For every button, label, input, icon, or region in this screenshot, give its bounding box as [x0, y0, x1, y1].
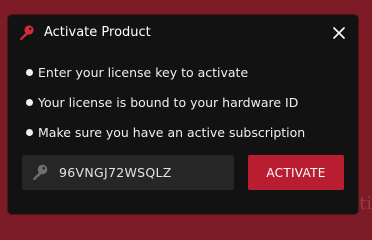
bullet-dot	[26, 99, 33, 106]
bullet-dot	[26, 129, 33, 136]
list-item: Enter your license key to activate	[26, 64, 351, 94]
license-key-input[interactable]	[59, 155, 229, 190]
dialog-title-bar: Activate Product	[8, 15, 358, 50]
background-text: ti	[359, 193, 372, 214]
list-item: Make sure you have an active subscriptio…	[26, 124, 351, 154]
license-key-field	[22, 155, 234, 190]
list-item-text: Make sure you have an active subscriptio…	[38, 125, 306, 140]
bullet-dot	[26, 69, 33, 76]
key-icon	[18, 24, 35, 41]
dialog-title: Activate Product	[44, 25, 151, 40]
close-icon	[333, 27, 345, 39]
list-item-text: Your license is bound to your hardware I…	[38, 95, 299, 110]
list-item-text: Enter your license key to activate	[38, 65, 249, 80]
activate-button[interactable]: ACTIVATE	[248, 155, 344, 190]
list-item: Your license is bound to your hardware I…	[26, 94, 351, 124]
close-button[interactable]	[329, 23, 349, 43]
key-icon	[31, 163, 49, 181]
activation-dialog: Activate Product Enter your license key …	[8, 15, 358, 214]
instructions-list: Enter your license key to activate Your …	[26, 64, 351, 154]
